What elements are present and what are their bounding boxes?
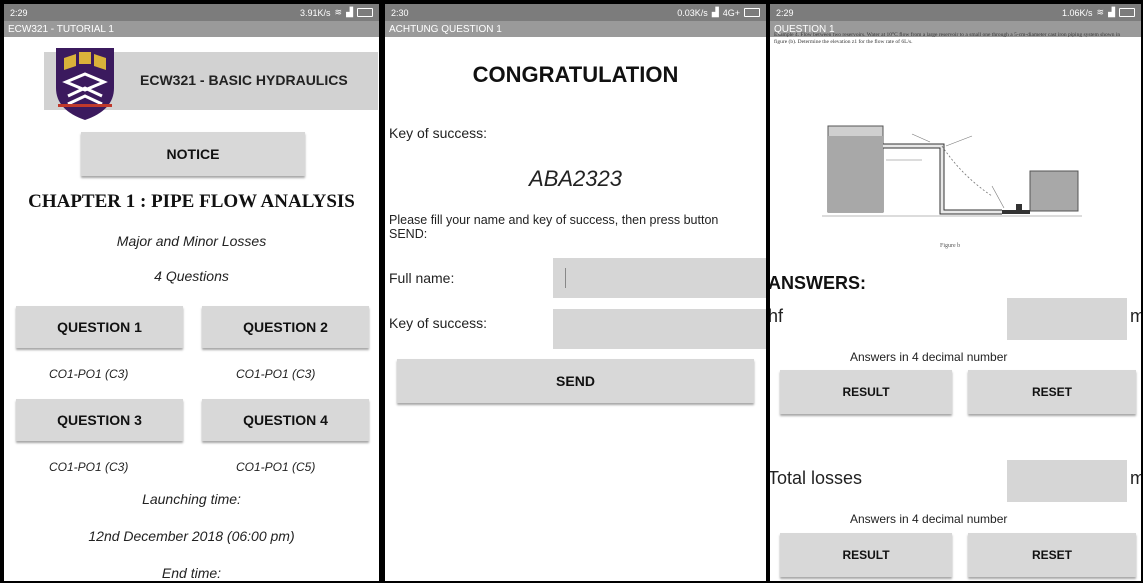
question-2-code: CO1-PO1 (C3)	[236, 367, 316, 381]
question-4-code: CO1-PO1 (C5)	[236, 460, 316, 474]
wifi-icon: ≋	[1096, 7, 1105, 17]
hf-result-button[interactable]: RESULT	[780, 370, 952, 414]
total-losses-reset-button[interactable]: RESET	[968, 533, 1136, 577]
app-title-bar: ACHTUNG QUESTION 1	[385, 21, 766, 37]
end-time-label: End time:	[161, 565, 222, 581]
status-time: 2:29	[10, 7, 28, 18]
figure-caption: Figure b	[940, 243, 961, 249]
chapter-title: CHAPTER 1 : PIPE FLOW ANALYSIS	[28, 191, 355, 212]
full-name-label: Full name:	[389, 270, 455, 286]
course-title: ECW321 - BASIC HYDRAULICS	[140, 72, 348, 88]
key-field-label: Key of success:	[389, 315, 488, 331]
hf-reset-button[interactable]: RESET	[968, 370, 1136, 414]
questions-count: 4 Questions	[154, 268, 229, 284]
total-losses-result-button[interactable]: RESULT	[780, 533, 952, 577]
notice-button[interactable]: NOTICE	[81, 132, 305, 176]
question-3-code: CO1-PO1 (C3)	[49, 460, 129, 474]
total-losses-unit: m	[1130, 468, 1141, 488]
question-1-code: CO1-PO1 (C3)	[49, 367, 129, 381]
status-time: 2:29	[776, 7, 794, 18]
question-1-button[interactable]: QUESTION 1	[16, 306, 183, 348]
status-bar: 2:29 1.06K/s ≋ ▟	[770, 4, 1141, 21]
congratulation-screen: 2:30 0.03K/s ▟ 4G+ ACHTUNG QUESTION 1 CO…	[385, 4, 766, 581]
key-of-success-input[interactable]	[553, 309, 766, 349]
total-losses-label: Total losses	[770, 468, 863, 488]
hf-unit: m	[1130, 306, 1141, 326]
chapter-subtitle: Major and Minor Losses	[116, 233, 267, 249]
wifi-icon: ≋	[334, 7, 343, 17]
question-3-button[interactable]: QUESTION 3	[16, 399, 183, 441]
key-of-success-label: Key of success:	[389, 125, 488, 141]
instruction-text: Please fill your name and key of success…	[389, 213, 719, 241]
signal-icon: ▟	[346, 7, 353, 17]
total-losses-hint: Answers in 4 decimal number	[850, 512, 1008, 526]
status-bar: 2:29 3.91K/s ≋ ▟	[4, 4, 379, 21]
network-speed: 3.91K/s	[300, 7, 331, 18]
hf-hint: Answers in 4 decimal number	[850, 350, 1008, 364]
signal-icon: ▟	[1108, 7, 1115, 17]
question-screen: 2:29 1.06K/s ≋ ▟ QUESTION 1 Example 4. F…	[770, 4, 1141, 581]
network-speed: 1.06K/s	[1062, 7, 1093, 18]
network-speed: 0.03K/s	[677, 7, 708, 18]
hf-label: hf	[770, 306, 784, 326]
battery-icon	[1119, 8, 1135, 17]
battery-icon	[357, 8, 373, 17]
answers-heading: ANSWERS:	[770, 273, 866, 293]
signal-icon: ▟	[711, 7, 719, 17]
total-losses-input[interactable]	[1007, 460, 1127, 502]
question-text: Example 4. Flow between two reservoirs. …	[774, 32, 1121, 45]
app-title-bar: ECW321 - TUTORIAL 1	[4, 21, 379, 37]
full-name-input[interactable]	[553, 258, 766, 298]
send-button[interactable]: SEND	[397, 359, 754, 403]
key-of-success-value: ABA2323	[529, 166, 622, 191]
reservoir-figure	[822, 125, 1082, 217]
launch-time-value: 12nd December 2018 (06:00 pm)	[88, 528, 295, 544]
tutorial-screen: 2:29 3.91K/s ≋ ▟ ECW321 - TUTORIAL 1 ECW…	[4, 4, 379, 581]
congratulation-heading: CONGRATULATION	[472, 62, 679, 87]
text-cursor	[565, 268, 566, 288]
status-time: 2:30	[391, 7, 409, 18]
hf-input[interactable]	[1007, 298, 1127, 340]
status-bar: 2:30 0.03K/s ▟ 4G+	[385, 4, 766, 21]
network-type: 4G+	[722, 7, 740, 18]
university-logo	[56, 48, 114, 120]
battery-icon	[744, 8, 760, 17]
question-2-button[interactable]: QUESTION 2	[202, 306, 369, 348]
question-4-button[interactable]: QUESTION 4	[202, 399, 369, 441]
launch-time-label: Launching time:	[142, 491, 241, 507]
